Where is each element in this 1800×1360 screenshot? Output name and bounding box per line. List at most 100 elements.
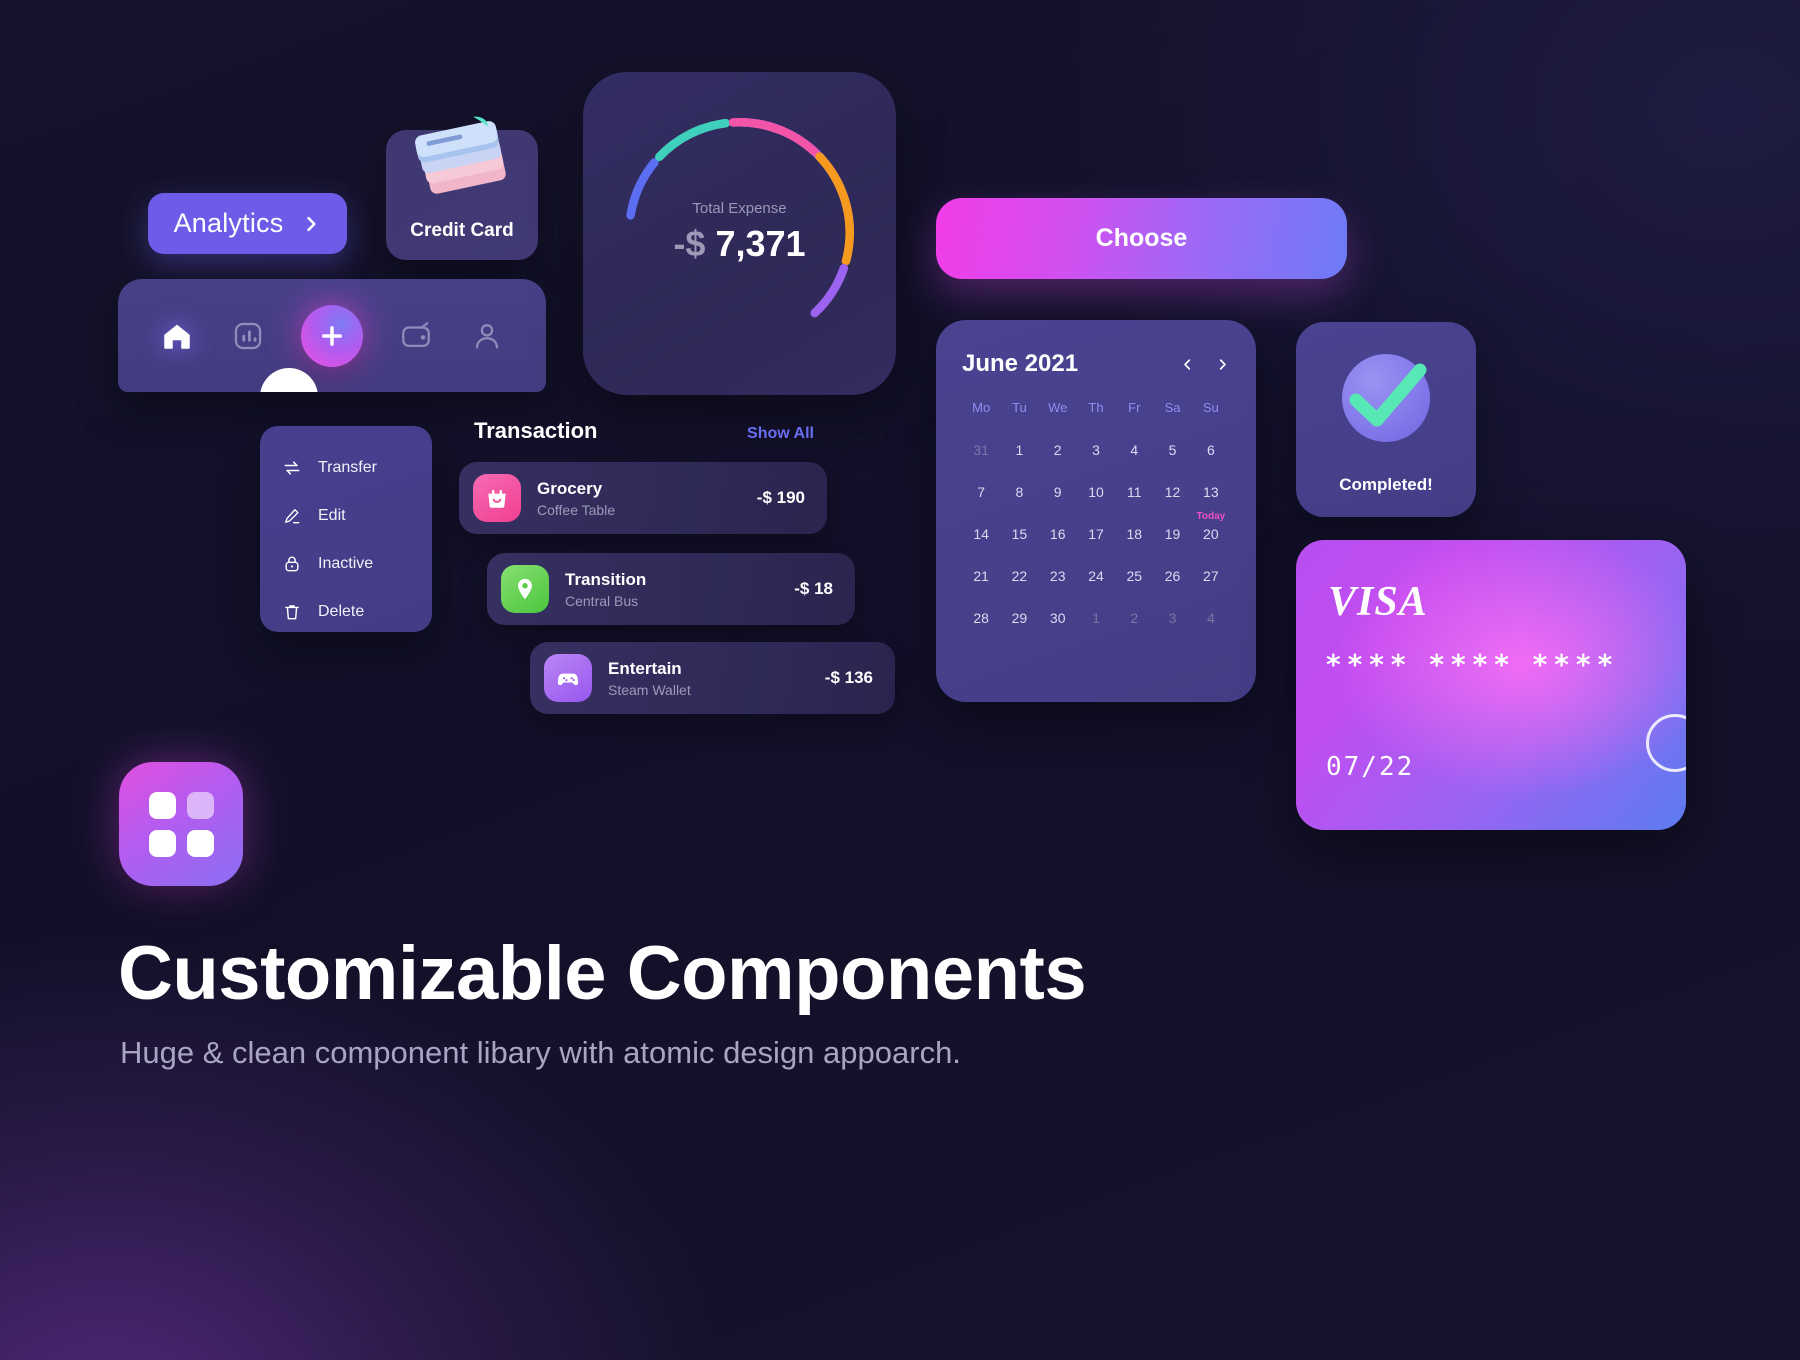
calendar-day[interactable]: 14 xyxy=(962,513,1000,555)
visa-expiry: 07/22 xyxy=(1326,752,1415,782)
calendar-day[interactable]: 1 xyxy=(1077,597,1115,639)
wallet-icon[interactable] xyxy=(399,319,433,353)
calendar-day[interactable]: 24 xyxy=(1077,555,1115,597)
transfer-arrows-icon xyxy=(284,461,300,475)
calendar-day[interactable]: 15 xyxy=(1000,513,1038,555)
credit-card-label: Credit Card xyxy=(410,220,514,241)
analytics-button[interactable]: Analytics xyxy=(148,193,347,254)
trash-icon xyxy=(285,605,299,620)
visa-credit-card[interactable]: VISA **** **** **** 07/22 xyxy=(1296,540,1686,830)
transaction-amount: -$ 190 xyxy=(756,488,805,507)
calendar-header: June 2021 xyxy=(962,350,1230,378)
today-label: Today xyxy=(1196,511,1226,522)
transaction-icon-entertain xyxy=(544,654,592,702)
calendar-day[interactable]: 3 xyxy=(1153,597,1191,639)
nav-active-indicator xyxy=(260,368,318,392)
calendar-day[interactable]: 27 xyxy=(1192,555,1230,597)
page-title: Customizable Components xyxy=(118,931,1087,1016)
calendar-day[interactable]: 9 xyxy=(1039,471,1077,513)
transaction-meta: Entertain Steam Wallet xyxy=(608,659,825,698)
menu-item-delete[interactable]: Delete xyxy=(260,588,432,636)
table-row[interactable]: Entertain Steam Wallet -$ 136 xyxy=(530,642,895,714)
calendar-weekday: Su xyxy=(1202,400,1219,415)
calendar-weekday: Th xyxy=(1088,400,1104,415)
bar-chart-icon[interactable] xyxy=(231,319,265,353)
table-row[interactable]: Transition Central Bus -$ 18 xyxy=(487,553,855,625)
calendar-day[interactable]: 16 xyxy=(1039,513,1077,555)
components-grid-icon[interactable] xyxy=(119,762,243,886)
menu-item-label: Inactive xyxy=(318,555,374,572)
calendar-day[interactable]: 3 xyxy=(1077,429,1115,471)
completed-label: Completed! xyxy=(1339,475,1433,494)
grid-square xyxy=(186,829,214,857)
calendar-weekday: Mo xyxy=(972,400,991,415)
visa-brand-logo: VISA xyxy=(1328,579,1428,625)
calendar-day[interactable]: 22 xyxy=(1000,555,1038,597)
chevron-right-icon[interactable] xyxy=(1215,357,1230,372)
context-menu: Transfer Edit Inactive Delete xyxy=(260,426,432,632)
table-row[interactable]: Grocery Coffee Table -$ 190 xyxy=(459,462,827,534)
calendar-day[interactable]: 5 xyxy=(1153,429,1191,471)
calendar-day[interactable]: 4 xyxy=(1192,597,1230,639)
transaction-meta: Grocery Coffee Table xyxy=(537,479,757,518)
calendar-weekday: We xyxy=(1048,400,1068,415)
calendar-day[interactable]: 30 xyxy=(1039,597,1077,639)
calendar-day[interactable]: 6 xyxy=(1192,429,1230,471)
show-all-link[interactable]: Show All xyxy=(747,425,814,443)
transaction-sub: Steam Wallet xyxy=(608,681,691,698)
design-showcase-canvas: Analytics Credit Card Total Expense -$ 7… xyxy=(0,0,1800,1360)
menu-item-label: Delete xyxy=(318,603,365,620)
menu-item-label: Transfer xyxy=(318,459,377,476)
calendar-day[interactable]: 18 xyxy=(1115,513,1153,555)
bottom-navigation-bar xyxy=(118,279,546,392)
calendar-day[interactable]: 7 xyxy=(962,471,1000,513)
calendar-day[interactable]: 23 xyxy=(1039,555,1077,597)
choose-button-label: Choose xyxy=(1095,224,1188,252)
grid-square xyxy=(186,791,214,819)
check-mark-icon xyxy=(1349,363,1427,427)
calendar-weekday: Sa xyxy=(1164,400,1181,415)
calendar-day[interactable]: 31 xyxy=(962,429,1000,471)
calendar-day[interactable]: 2 xyxy=(1039,429,1077,471)
calendar-grid: Mo Tu We Th Fr Sa Su 31 1 2 3 4 5 6 7 8 9 10 11 12 13 14 15 16 1… xyxy=(962,400,1230,639)
calendar-day[interactable]: 2 xyxy=(1115,597,1153,639)
calendar-day[interactable]: 4 xyxy=(1115,429,1153,471)
expense-amount: -$ 7,371 xyxy=(673,223,805,264)
transaction-icon-transition xyxy=(501,565,549,613)
transaction-title: Transaction xyxy=(474,418,598,443)
calendar-weekday: Fr xyxy=(1128,400,1141,415)
page-subtitle: Huge & clean component libary with atomi… xyxy=(120,1035,961,1070)
add-fab-button[interactable] xyxy=(300,304,363,367)
calendar-day[interactable]: 13 xyxy=(1192,471,1230,513)
pencil-icon xyxy=(285,509,300,524)
analytics-button-label: Analytics xyxy=(173,208,284,238)
transaction-sub: Coffee Table xyxy=(537,501,616,518)
calendar-day[interactable]: 25 xyxy=(1115,555,1153,597)
calendar-day[interactable]: 12 xyxy=(1153,471,1191,513)
visa-masked-number: **** **** **** xyxy=(1326,648,1620,681)
calendar-day[interactable]: 19 xyxy=(1153,513,1191,555)
user-icon[interactable] xyxy=(470,319,504,353)
calendar-day[interactable]: 21 xyxy=(962,555,1000,597)
calendar-day[interactable]: 29 xyxy=(1000,597,1038,639)
menu-item-edit[interactable]: Edit xyxy=(260,492,432,540)
plus-icon xyxy=(322,325,342,346)
calendar-day[interactable]: 8 xyxy=(1000,471,1038,513)
calendar-day[interactable]: 26 xyxy=(1153,555,1191,597)
calendar-day[interactable]: 28 xyxy=(962,597,1000,639)
calendar-day[interactable]: Today 20 xyxy=(1192,511,1230,555)
calendar-day[interactable]: 10 xyxy=(1077,471,1115,513)
credit-card-tile[interactable]: Credit Card xyxy=(386,116,538,260)
home-icon[interactable] xyxy=(160,319,194,353)
transaction-amount: -$ 136 xyxy=(824,668,873,687)
calendar-weekday: Tu xyxy=(1012,400,1027,415)
menu-item-label: Edit xyxy=(318,507,346,524)
menu-item-transfer[interactable]: Transfer xyxy=(260,444,432,492)
calendar-day[interactable]: 1 xyxy=(1000,429,1038,471)
calendar-day[interactable]: 11 xyxy=(1115,471,1153,513)
choose-button[interactable]: Choose xyxy=(936,198,1347,279)
calendar-day[interactable]: 17 xyxy=(1077,513,1115,555)
transaction-name: Entertain xyxy=(608,658,682,678)
chevron-left-icon[interactable] xyxy=(1180,357,1195,372)
menu-item-inactive[interactable]: Inactive xyxy=(260,540,432,588)
